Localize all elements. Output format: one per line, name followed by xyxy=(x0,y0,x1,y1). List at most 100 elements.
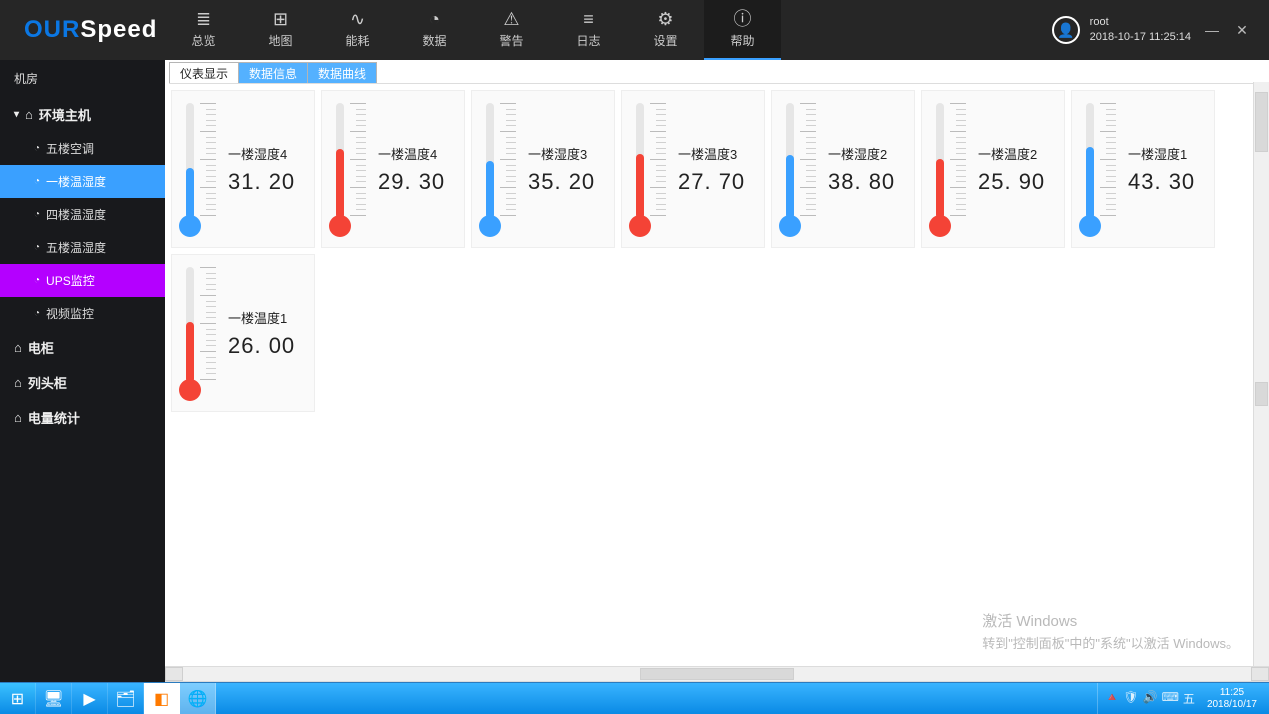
taskbar-clock[interactable]: 11:25 2018/10/17 xyxy=(1201,687,1263,711)
gauge-value: 26. 00 xyxy=(228,333,308,359)
tray-icon[interactable]: 🛡 xyxy=(1123,690,1138,707)
tab-bar: 仪表显示数据信息数据曲线 xyxy=(169,62,1265,84)
main-panel: 仪表显示数据信息数据曲线 一楼湿度431. 20 一楼温度4 29. 30 一楼湿度3… xyxy=(165,60,1269,682)
gauge-label: 一楼温度3 xyxy=(678,144,758,163)
nav-label: 日志 xyxy=(576,32,600,49)
gauge-value: 29. 30 xyxy=(378,169,458,195)
taskbar-app-xampp[interactable]: ◧ xyxy=(144,683,180,714)
taskbar-date: 2018/10/17 xyxy=(1207,699,1257,711)
thermometer-icon xyxy=(478,99,524,239)
sidebar-group-0[interactable]: ▾ ⌂ 环境主机 xyxy=(0,97,165,132)
sidebar-group-label: 列头柜 xyxy=(28,373,67,392)
user-block[interactable]: 👤 root 2018-10-17 11:25:14 xyxy=(1052,15,1191,46)
gauge-value: 27. 70 xyxy=(678,169,758,195)
sidebar-group-label: 电柜 xyxy=(28,338,54,357)
nav-label: 帮助 xyxy=(730,32,754,49)
sidebar-item-label: 四楼温湿度 xyxy=(46,206,106,223)
brand-logo: OURSpeed xyxy=(0,0,165,60)
system-tray[interactable]: 🔺 🛡 🔊 ⌨ 五 11:25 2018/10/17 xyxy=(1097,683,1269,714)
sidebar-group-label: 环境主机 xyxy=(39,105,91,124)
nav-label: 警告 xyxy=(499,32,523,49)
user-name: root xyxy=(1090,15,1191,30)
thermometer-icon xyxy=(328,99,374,239)
gauge-card-7: 一楼温度126. 00 xyxy=(171,254,315,412)
nav-icon: ⚙ xyxy=(657,10,673,28)
nav-item-0[interactable]: ≣总览 xyxy=(165,0,242,60)
top-nav: ≣总览 ⊞ 地图 ∿能耗 ◔ 数据 ⚠ 警告 ≡日志 ⚙ 设置 ⓘ帮助 xyxy=(165,0,781,60)
bullet-icon: ◔ xyxy=(34,275,40,286)
home-icon: ⌂ xyxy=(14,340,22,355)
taskbar-app-terminal[interactable]: ▶ xyxy=(72,683,108,714)
thermometer-icon xyxy=(628,99,674,239)
sidebar-group-label: 电量统计 xyxy=(28,408,80,427)
sidebar-item-0-1[interactable]: ◔ 一楼温湿度 xyxy=(0,165,165,198)
sidebar: 机房▾ ⌂ 环境主机◔五楼空调◔一楼温湿度◔四楼温湿度◔五楼温湿度◔UPS监控◔… xyxy=(0,60,165,682)
bullet-icon: ◔ xyxy=(34,308,40,319)
home-icon: ⌂ xyxy=(14,375,22,390)
sidebar-item-0-5[interactable]: ◔ 视频监控 xyxy=(0,297,165,330)
gauge-label: 一楼湿度2 xyxy=(828,144,908,163)
nav-label: 能耗 xyxy=(345,32,369,49)
minimize-button[interactable]: — xyxy=(1203,21,1221,39)
nav-label: 数据 xyxy=(422,32,446,49)
tab-2[interactable]: 数据曲线 xyxy=(307,62,377,83)
nav-item-4[interactable]: ⚠ 警告 xyxy=(473,0,550,60)
tray-icon[interactable]: 🔺 xyxy=(1104,690,1119,707)
sidebar-item-0-2[interactable]: ◔ 四楼温湿度 xyxy=(0,198,165,231)
vertical-scrollbar[interactable] xyxy=(1253,82,1269,682)
bullet-icon: ◔ xyxy=(34,242,40,253)
nav-item-7[interactable]: ⓘ帮助 xyxy=(704,0,781,60)
nav-item-2[interactable]: ∿能耗 xyxy=(319,0,396,60)
nav-item-3[interactable]: ◔ 数据 xyxy=(396,0,473,60)
nav-icon: ⊞ xyxy=(273,10,288,28)
bullet-icon: ◔ xyxy=(34,209,40,220)
start-button[interactable]: ⊞ xyxy=(0,683,36,714)
gauge-value: 38. 80 xyxy=(828,169,908,195)
taskbar-app-explorer[interactable]: 🖥 xyxy=(36,683,72,714)
taskbar-app-browser[interactable]: 🌐 xyxy=(180,683,216,714)
bullet-icon: ◔ xyxy=(34,176,40,187)
gauge-label: 一楼温度2 xyxy=(978,144,1058,163)
gauge-card-1: 一楼温度4 29. 30 xyxy=(321,90,465,248)
tray-icon[interactable]: 五 xyxy=(1183,690,1195,707)
sidebar-item-0-3[interactable]: ◔ 五楼温湿度 xyxy=(0,231,165,264)
gauge-grid: 一楼湿度431. 20一楼温度429. 30一楼湿度335. 20一楼温度327… xyxy=(171,90,1263,412)
sidebar-item-0-0[interactable]: ◔五楼空调 xyxy=(0,132,165,165)
sidebar-item-label: 五楼温湿度 xyxy=(46,239,106,256)
gauge-label: 一楼湿度1 xyxy=(1128,144,1208,163)
sidebar-item-label: 一楼温湿度 xyxy=(46,173,106,190)
tab-1[interactable]: 数据信息 xyxy=(238,62,308,83)
nav-item-6[interactable]: ⚙ 设置 xyxy=(627,0,704,60)
nav-icon: ◔ xyxy=(429,10,440,28)
home-icon: ⌂ xyxy=(14,410,22,425)
nav-item-5[interactable]: ≡日志 xyxy=(550,0,627,60)
user-time: 2018-10-17 11:25:14 xyxy=(1090,30,1191,45)
sidebar-group-1[interactable]: ⌂ 电柜 xyxy=(0,330,165,365)
sidebar-group-3[interactable]: ⌂ 电量统计 xyxy=(0,400,165,435)
brand-part2: Speed xyxy=(80,16,157,44)
nav-icon: ⚠ xyxy=(503,10,519,28)
gauge-card-0: 一楼湿度431. 20 xyxy=(171,90,315,248)
sidebar-group-2[interactable]: ⌂ 列头柜 xyxy=(0,365,165,400)
tray-icons[interactable]: 🔺 🛡 🔊 ⌨ 五 xyxy=(1104,690,1194,707)
sidebar-item-label: UPS监控 xyxy=(46,272,95,289)
tab-0[interactable]: 仪表显示 xyxy=(169,62,239,83)
gauge-label: 一楼温度4 xyxy=(378,144,458,163)
gauge-label: 一楼湿度3 xyxy=(528,144,608,163)
close-button[interactable]: ✕ xyxy=(1233,21,1251,39)
gauge-card-4: 一楼湿度2 38. 80 xyxy=(771,90,915,248)
thermometer-icon xyxy=(1078,99,1124,239)
taskbar-app-files[interactable]: 🗂 xyxy=(108,683,144,714)
app-header: OURSpeed ≣总览 ⊞ 地图 ∿能耗 ◔ 数据 ⚠ 警告 ≡日志 ⚙ 设置 ⓘ帮助 👤 root… xyxy=(0,0,1269,60)
gauge-grid-scroll[interactable]: 一楼湿度431. 20一楼温度429. 30一楼湿度335. 20一楼温度327… xyxy=(165,84,1269,666)
nav-label: 地图 xyxy=(268,32,292,49)
nav-label: 设置 xyxy=(653,32,677,49)
tray-icon[interactable]: 🔊 xyxy=(1143,690,1158,707)
thermometer-icon xyxy=(928,99,974,239)
sidebar-item-0-4[interactable]: ◔ UPS监控 xyxy=(0,264,165,297)
taskbar-time: 11:25 xyxy=(1207,687,1257,699)
tray-icon[interactable]: ⌨ xyxy=(1162,690,1179,707)
sidebar-item-label: 视频监控 xyxy=(46,305,94,322)
nav-item-1[interactable]: ⊞ 地图 xyxy=(242,0,319,60)
horizontal-scrollbar[interactable] xyxy=(165,666,1269,682)
